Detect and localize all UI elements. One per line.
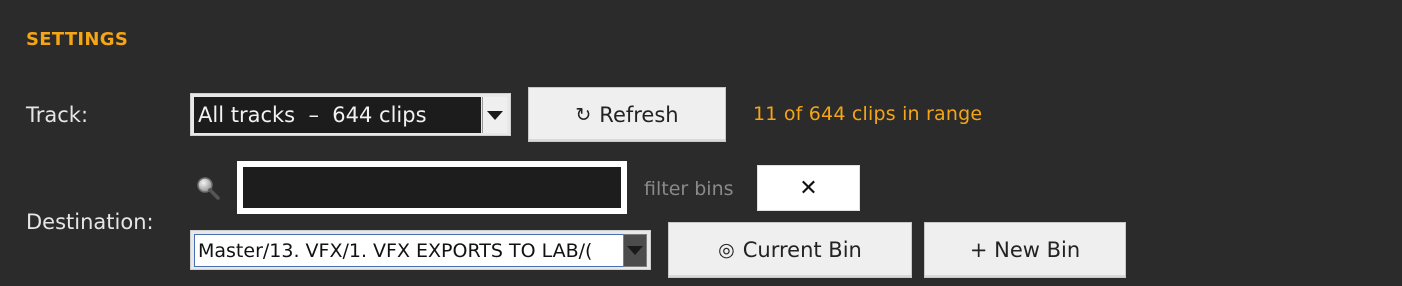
settings-heading: SETTINGS xyxy=(26,29,129,50)
destination-label: Destination: xyxy=(26,210,154,234)
destination-bin-value[interactable]: Master/13. VFX/1. VFX EXPORTS TO LAB/( xyxy=(194,234,624,267)
current-bin-button-label: Current Bin xyxy=(742,238,862,262)
destination-bin-select[interactable]: Master/13. VFX/1. VFX EXPORTS TO LAB/( xyxy=(190,230,651,270)
target-icon: ◎ xyxy=(718,239,735,261)
clips-in-range-status: 11 of 644 clips in range xyxy=(753,103,983,125)
new-bin-button[interactable]: + New Bin xyxy=(924,222,1126,278)
refresh-icon: ↻ xyxy=(575,103,592,126)
chevron-down-icon xyxy=(627,246,643,255)
refresh-button[interactable]: ↻ Refresh xyxy=(528,87,726,142)
track-select[interactable]: All tracks – 644 clips xyxy=(190,93,511,136)
destination-select-arrow[interactable] xyxy=(623,234,647,267)
track-label: Track: xyxy=(26,103,89,127)
filter-bins-input-frame xyxy=(237,161,627,214)
refresh-button-label: Refresh xyxy=(599,102,679,127)
search-icon xyxy=(197,177,220,200)
filter-bins-hint: filter bins xyxy=(644,178,734,200)
current-bin-button[interactable]: ◎ Current Bin xyxy=(668,222,912,278)
track-select-arrow[interactable] xyxy=(482,97,507,133)
new-bin-button-label: + New Bin xyxy=(969,238,1081,262)
chevron-down-icon xyxy=(487,110,503,120)
track-select-value[interactable]: All tracks – 644 clips xyxy=(194,97,481,133)
filter-bins-input[interactable] xyxy=(243,167,621,208)
clear-filter-button[interactable]: ✕ xyxy=(757,165,860,211)
close-icon: ✕ xyxy=(799,175,818,201)
